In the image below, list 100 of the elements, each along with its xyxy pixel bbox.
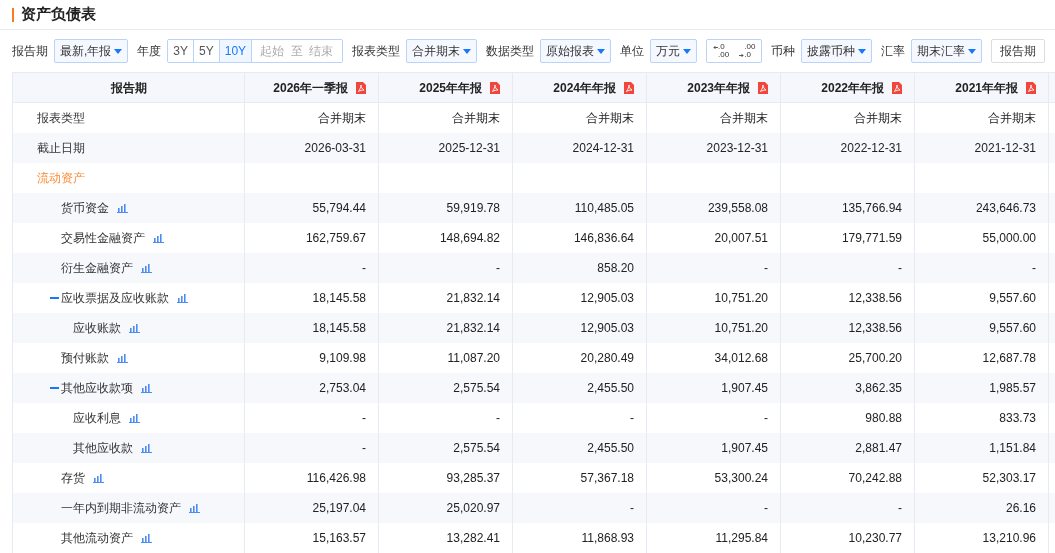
table-cell-text: 55,794.44 <box>312 200 366 217</box>
dropdown[interactable]: 万元 <box>650 39 698 63</box>
row-label: 货币资金 <box>61 200 109 217</box>
table-cell-text: 2,753.04 <box>319 380 366 397</box>
table-cell-text: - <box>1032 260 1036 277</box>
table-cell-text: 合并期末 <box>452 110 500 127</box>
table-cell-text: - <box>630 410 634 427</box>
table-cell-text: 合并期末 <box>318 110 366 127</box>
table-cell-text: 13,210.96 <box>982 530 1036 547</box>
table-cell-text: 135,766.94 <box>841 200 902 217</box>
filter-label: 年度 <box>137 43 162 60</box>
bar-chart-icon[interactable] <box>141 443 152 453</box>
left-arrow-icon <box>713 44 719 50</box>
table-cell-text: - <box>764 500 768 517</box>
row-label: 一年内到期非流动资产 <box>61 500 181 517</box>
table-cell-text: 1,151.84 <box>989 440 1036 457</box>
row-label: 交易性金融资产 <box>61 230 145 247</box>
table-cell-text: 12,687.78 <box>982 350 1036 367</box>
start-field[interactable]: 起始 <box>260 42 286 60</box>
table-cell-text: 10,751.20 <box>714 290 768 307</box>
table-cell-text: 59,919.78 <box>446 200 500 217</box>
table-cell-text: 11,868.93 <box>581 530 634 547</box>
row-label: 截止日期 <box>37 140 85 157</box>
table-cell-text: 9,557.60 <box>989 290 1036 307</box>
report-period-button[interactable]: 报告期 <box>991 39 1046 63</box>
table-cell-text: 21,832.14 <box>446 320 500 337</box>
table-cell-text: 26.16 <box>1005 500 1036 517</box>
bar-chart-icon[interactable] <box>141 383 152 393</box>
table-cell-text: 2026-03-31 <box>304 140 366 157</box>
table-cell-text: 25,197.04 <box>312 500 366 517</box>
pdf-icon[interactable] <box>356 81 366 94</box>
row-label: 其他应收款 <box>73 440 133 457</box>
table-cell-text: 18,145.58 <box>312 290 366 307</box>
table-cell-text: 2025-12-31 <box>438 140 500 157</box>
dropdown[interactable]: 原始报表 <box>540 39 612 63</box>
table-cell-text: 10,230.77 <box>848 530 902 547</box>
year-range-tab[interactable]: 10Y <box>219 40 253 62</box>
table-cell-text: 2024-12-31 <box>572 140 634 157</box>
row-label: 其他应收款项 <box>61 380 133 397</box>
row-label: 应收票据及应收账款 <box>61 290 169 307</box>
table-cell-text: 25,020.97 <box>446 500 500 517</box>
column-header: 2025年年报 <box>419 79 482 97</box>
table-cell-text: - <box>362 410 366 427</box>
pdf-icon[interactable] <box>758 81 768 94</box>
pdf-icon[interactable] <box>624 81 634 94</box>
dropdown[interactable]: 合并期末 <box>406 39 478 63</box>
bar-chart-icon[interactable] <box>117 203 128 213</box>
table-cell-text: 110,485.05 <box>574 200 634 217</box>
bar-chart-icon[interactable] <box>141 263 152 273</box>
column-header: 2022年年报 <box>821 79 884 97</box>
dropdown[interactable]: 最新,年报 <box>54 39 129 63</box>
table-cell-text: 12,905.03 <box>580 290 634 307</box>
table-cell-text: 3,862.35 <box>855 380 902 397</box>
pdf-icon[interactable] <box>1026 81 1036 94</box>
bar-chart-icon[interactable] <box>189 503 200 513</box>
column-header: 2021年年报 <box>955 79 1018 97</box>
caret-icon <box>858 48 867 54</box>
table-cell-text: 18,145.58 <box>312 320 366 337</box>
table-cell-text: 70,242.88 <box>848 470 902 487</box>
column-header: 2024年年报 <box>553 79 616 97</box>
table-cell-text: 2023-12-31 <box>706 140 768 157</box>
filter-label: 报表类型 <box>352 43 401 60</box>
table-cell-text: 148,694.82 <box>439 230 500 247</box>
column-header: 2026年一季报 <box>273 79 348 97</box>
table-cell-text: 20,280.49 <box>580 350 634 367</box>
table-cell-text: 858.20 <box>597 260 634 277</box>
table-cell-text: 10,751.20 <box>714 320 768 337</box>
end-field[interactable]: 结束 <box>309 42 335 60</box>
dropdown[interactable]: 披露币种 <box>801 39 873 63</box>
table-cell-text: 2,575.54 <box>453 440 500 457</box>
bar-chart-icon[interactable] <box>93 473 104 483</box>
year-range-tab[interactable]: 3Y <box>168 40 195 62</box>
table-cell-text: 1,985.57 <box>989 380 1036 397</box>
filter-label: 币种 <box>771 43 796 60</box>
table-cell-text: 980.88 <box>865 410 902 427</box>
table-cell-text: 2,455.50 <box>587 440 634 457</box>
pdf-icon[interactable] <box>892 81 902 94</box>
bar-chart-icon[interactable] <box>141 533 152 543</box>
bar-chart-icon[interactable] <box>117 353 128 363</box>
row-label: 其他流动资产 <box>61 530 133 547</box>
bar-chart-icon[interactable] <box>153 233 164 243</box>
table-cell-text: 合并期末 <box>854 110 902 127</box>
table-cell-text: 1,907.45 <box>721 440 768 457</box>
table-cell-text: 20,007.51 <box>714 230 768 247</box>
caret-icon <box>968 48 977 54</box>
dropdown[interactable]: 期末汇率 <box>911 39 983 63</box>
bar-chart-icon[interactable] <box>177 293 188 303</box>
table-cell-text: 2022-12-31 <box>840 140 902 157</box>
decrease-decimal-button[interactable]: .0 .00 <box>713 43 730 59</box>
table-cell-text: 12,338.56 <box>848 320 902 337</box>
pdf-icon[interactable] <box>490 81 500 94</box>
bar-chart-icon[interactable] <box>129 413 140 423</box>
table-cell-text: 146,836.64 <box>573 230 634 247</box>
filter-label: 数据类型 <box>486 43 535 60</box>
table-cell-text: 179,771.59 <box>841 230 902 247</box>
filter-label: 汇率 <box>881 43 906 60</box>
bar-chart-icon[interactable] <box>129 323 140 333</box>
column-header: 2023年年报 <box>687 79 750 97</box>
increase-decimal-button[interactable]: .00 .0 <box>739 43 756 59</box>
table-cell-text: - <box>496 410 500 427</box>
